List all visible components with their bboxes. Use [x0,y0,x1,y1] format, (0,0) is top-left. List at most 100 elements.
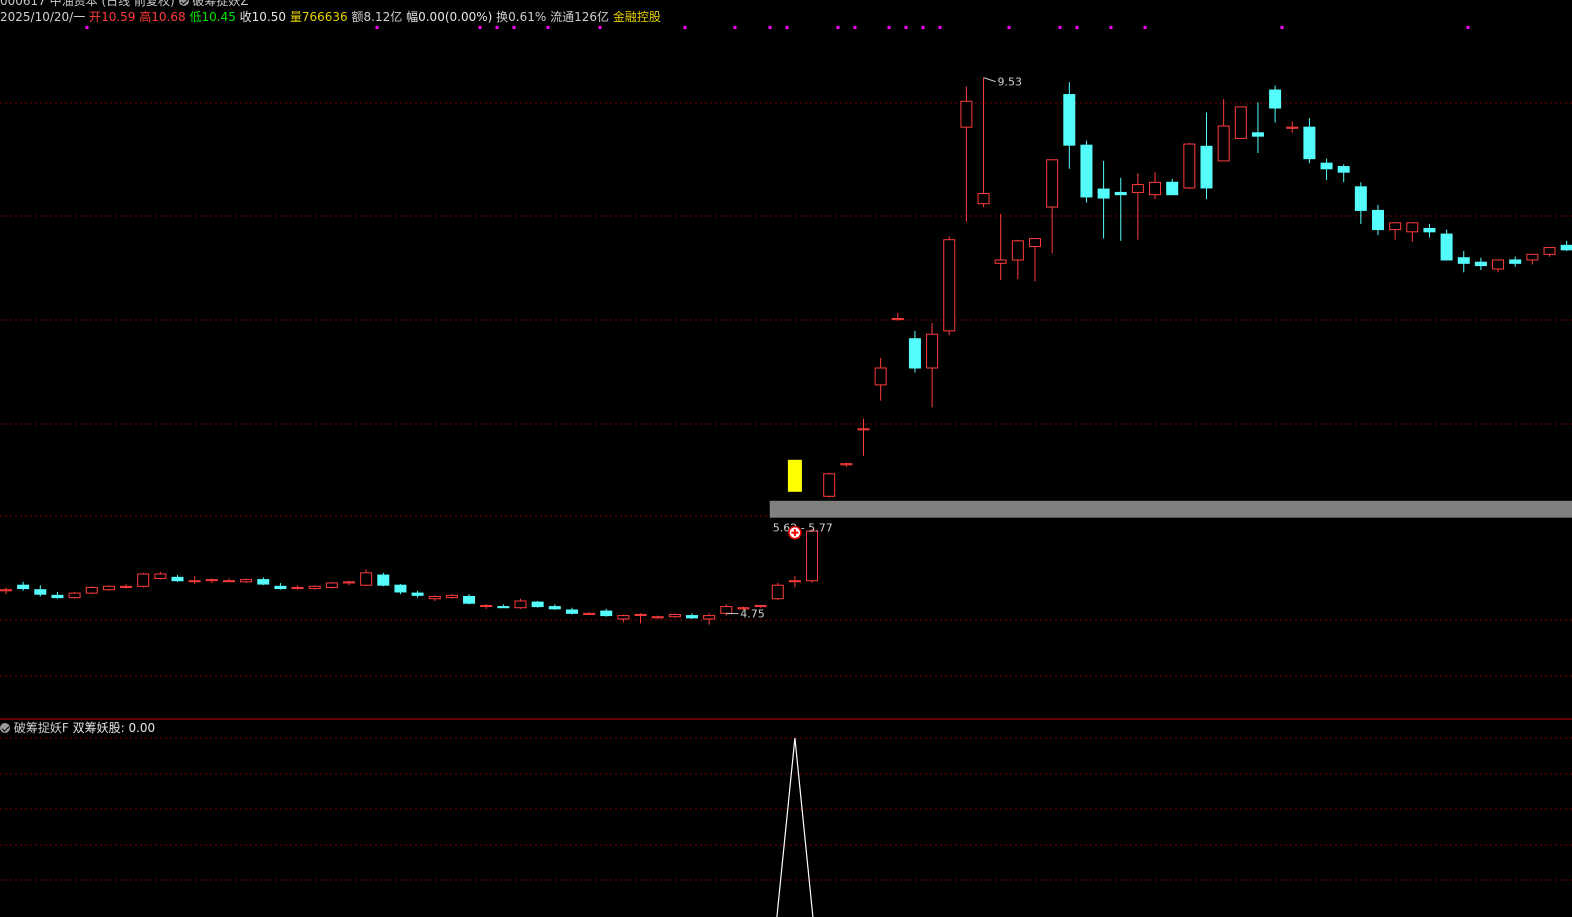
signal-dot [478,26,482,29]
open-value: 10.59 [101,10,136,24]
candle-body [102,585,115,591]
candle-body [17,584,30,590]
candle-body [205,579,218,582]
kline-chart[interactable]: 9.53 4.75 5.62 - 5.77 [0,0,1572,917]
candle-body [257,579,270,585]
candle-body [51,594,64,599]
candle-body [480,604,493,607]
candle-body [1320,162,1333,170]
candle-body [977,193,990,205]
candle-body [188,580,201,583]
candle-body [908,338,921,369]
candle-body [531,601,544,608]
candle-body [1251,132,1264,137]
candle-body [222,580,235,583]
candle-body [943,239,956,332]
quote-date: 2025/10/20/一 [0,10,86,24]
candle-body [720,606,733,614]
candle-body [1286,126,1299,129]
highlight-bar [787,459,802,492]
indicator-series [776,737,814,917]
candle-body [668,613,681,618]
amount-label: 额 [351,10,364,24]
zone-range-label: 5.62 - 5.77 [773,522,833,535]
candle-body [1200,145,1213,189]
signal-dot [1109,26,1113,29]
gear-icon[interactable] [0,722,10,733]
candle-body [806,530,819,582]
indicator-grid [0,737,1572,881]
candle-body [1560,244,1572,251]
signal-dot [85,26,89,29]
candle-body [445,594,458,599]
candlestick-series [0,77,1572,625]
candle-body [857,428,870,431]
low-value: 10.45 [201,10,236,24]
signal-dot [1075,26,1079,29]
turnover-label: 换 [496,10,509,24]
high-label: 高 [139,10,152,24]
indicator-spike [776,737,814,917]
chart-period: (日线 前复权) [101,0,175,8]
candle-body [565,609,578,614]
candle-body [634,613,647,616]
candle-body [137,573,150,587]
open-label: 开 [89,10,102,24]
candle-body [1423,227,1436,233]
signal-dot [921,26,925,29]
sector-link[interactable]: 金融控股 [613,10,661,24]
stock-code: 000617 [0,0,46,8]
volume-value: 766636 [301,10,348,24]
stock-name[interactable]: 中油资本 [50,0,98,8]
candle-body [1131,184,1144,193]
signal-dot [1058,26,1062,29]
candle-body [343,581,355,584]
candle-body [548,606,561,610]
signal-dot [1007,26,1011,29]
candle-body [686,615,698,619]
signal-dot [598,26,602,29]
signal-dot [375,26,379,29]
candle-body [1526,253,1539,261]
max-price-label: 9.53 [998,76,1023,89]
candle-body [1406,222,1419,233]
candle-body [1543,247,1556,255]
candle-body [497,606,510,609]
candle-body [840,463,853,466]
signal-dots [85,26,1470,29]
chip-zone-band [769,500,1572,518]
signal-dot [853,26,857,29]
indicator-name[interactable]: 破筹捉妖F [14,721,69,735]
candle-body [1029,238,1041,247]
candle-body [120,585,133,588]
candle-body [754,604,767,608]
signal-dot [1280,26,1284,29]
candle-body [1457,257,1470,264]
candle-body [1217,125,1230,162]
candle-body [891,317,904,321]
candle-body [1097,188,1110,199]
candle-body [325,582,338,588]
candle-body [0,589,12,592]
candle-body [651,616,664,619]
candle-body [514,600,527,609]
candle-body [823,473,836,497]
candle-body [394,584,407,593]
candle-body [463,595,476,604]
signal-dot [733,26,737,29]
main-indicator-name[interactable]: 破筹捉妖Z [192,0,248,8]
candle-body [874,367,887,386]
candle-body [1063,94,1076,146]
candle-body [291,586,304,590]
candle-body [1269,89,1282,109]
float-value: 126亿 [574,10,610,24]
candle-body [1389,222,1402,231]
min-price-label: 4.75 [740,608,765,621]
amplitude-value: 0.00(0.00%) [418,10,493,24]
candle-body [1183,143,1196,189]
candle-body [428,595,441,600]
indicator-title-bar: 破筹捉妖F 双筹妖股: 0.00 [0,721,155,735]
gear-icon[interactable] [178,0,189,6]
candle-body [240,579,253,583]
high-value: 10.68 [151,10,186,24]
